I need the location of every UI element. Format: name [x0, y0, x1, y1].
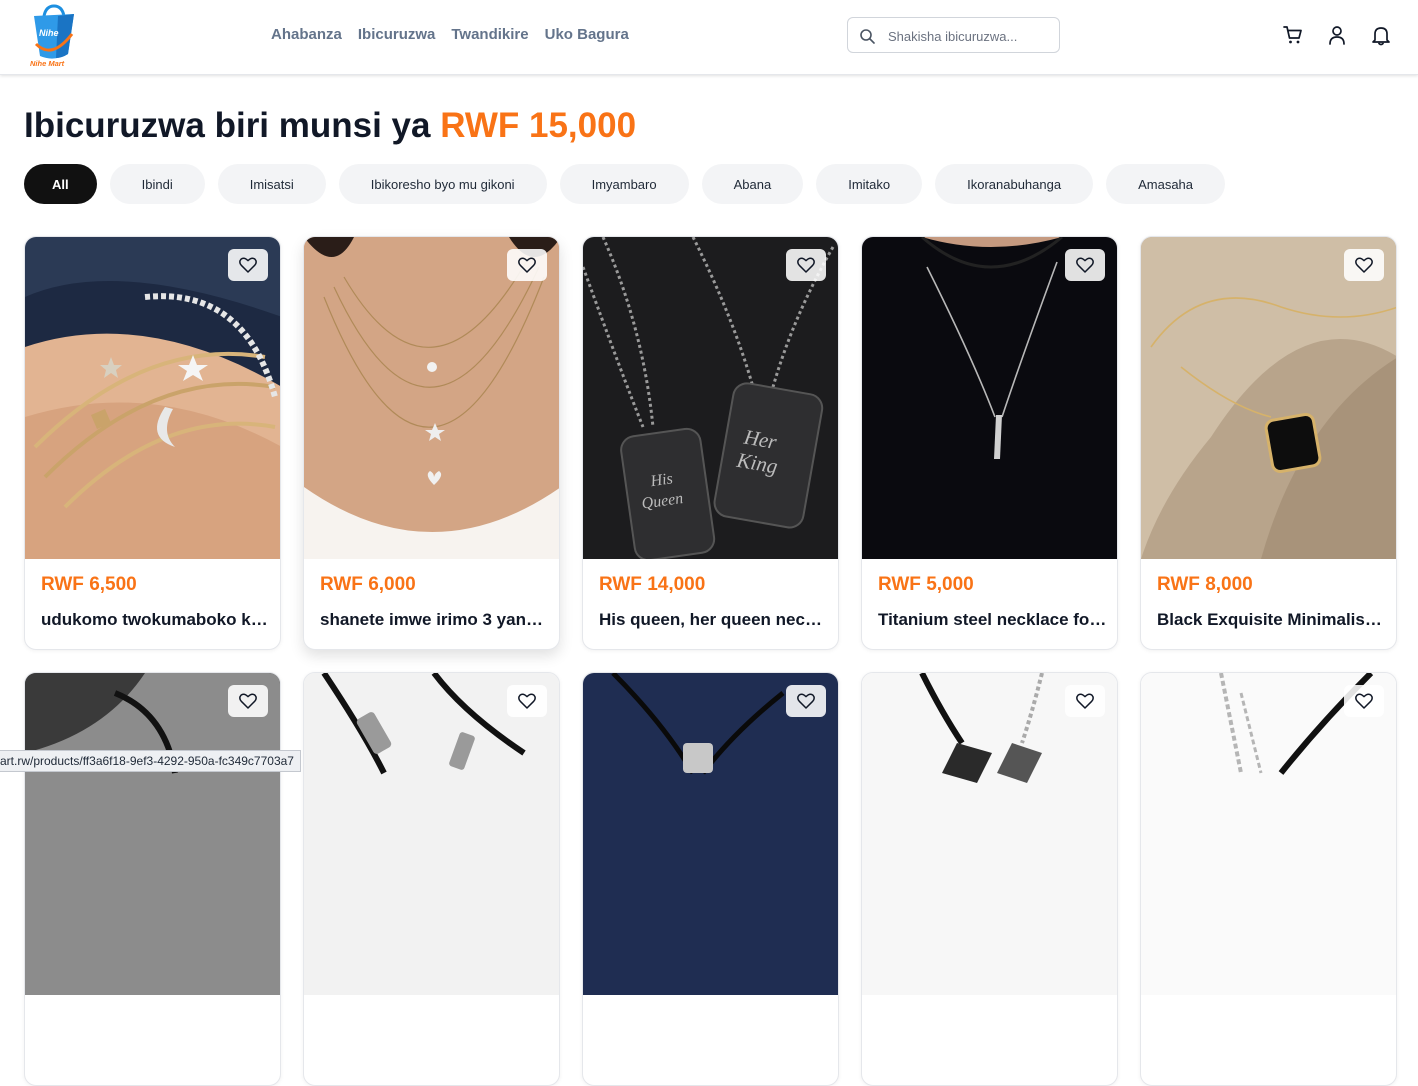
- wishlist-button[interactable]: [1344, 685, 1384, 717]
- product-name[interactable]: His queen, her queen necklace: [599, 610, 828, 630]
- product-image: [1141, 673, 1396, 995]
- wishlist-button[interactable]: [507, 249, 547, 281]
- product-image: [304, 673, 559, 995]
- product-price: RWF 5,000: [878, 574, 974, 595]
- search-box[interactable]: [847, 17, 1060, 53]
- heart-icon: [1355, 257, 1373, 273]
- product-card[interactable]: His Queen Her King RWF 14,000 His queen,…: [582, 236, 839, 650]
- product-image: [25, 673, 280, 995]
- wishlist-button[interactable]: [1065, 249, 1105, 281]
- search-icon: [860, 29, 875, 44]
- site-header: Nihe Nihe Mart Ahabanza Ibicuruzwa Twand…: [0, 0, 1418, 75]
- product-image: His Queen Her King: [583, 237, 838, 559]
- cart-icon[interactable]: [1282, 24, 1304, 46]
- page-title: Ibicuruzwa biri munsi ya RWF 15,000: [24, 106, 637, 145]
- heart-icon: [518, 257, 536, 273]
- nav-contact[interactable]: Twandikire: [451, 24, 528, 46]
- product-price: RWF 6,500: [41, 574, 137, 595]
- product-name[interactable]: shanete imwe irimo 3 yanyuma: [320, 610, 549, 630]
- bell-icon[interactable]: [1370, 24, 1392, 46]
- product-card[interactable]: RWF 8,000 Black Exquisite Minimalist nec…: [1140, 236, 1397, 650]
- heart-icon: [797, 693, 815, 709]
- wishlist-button[interactable]: [786, 249, 826, 281]
- svg-text:His: His: [649, 470, 674, 490]
- heart-icon: [518, 693, 536, 709]
- category-filter: All Ibindi Imisatsi Ibikoresho byo mu gi…: [24, 164, 1226, 204]
- product-name[interactable]: udukomo twokumaboko kuri bose: [41, 610, 270, 630]
- category-chip-kitchen[interactable]: Ibikoresho byo mu gikoni: [338, 164, 547, 204]
- main-nav: Ahabanza Ibicuruzwa Twandikire Uko Bagur…: [271, 24, 629, 46]
- product-image: [862, 237, 1117, 559]
- svg-text:Nihe Mart: Nihe Mart: [30, 59, 65, 68]
- user-icon[interactable]: [1326, 24, 1348, 46]
- product-card[interactable]: [1140, 672, 1397, 1086]
- product-image: [583, 673, 838, 995]
- svg-text:Nihe: Nihe: [39, 28, 59, 38]
- price-limit: RWF 15,000: [440, 106, 637, 145]
- product-card[interactable]: [24, 672, 281, 1086]
- product-name[interactable]: Black Exquisite Minimalist necklace: [1157, 610, 1386, 630]
- product-card[interactable]: RWF 6,500 udukomo twokumaboko kuri bose: [24, 236, 281, 650]
- nihe-mart-logo[interactable]: Nihe Nihe Mart: [28, 4, 80, 68]
- heart-icon: [797, 257, 815, 273]
- nav-how-to-buy[interactable]: Uko Bagura: [545, 24, 629, 46]
- heart-icon: [1076, 257, 1094, 273]
- search-input[interactable]: [888, 26, 1053, 46]
- category-chip-other[interactable]: Ibindi: [109, 164, 205, 204]
- product-card[interactable]: [582, 672, 839, 1086]
- heart-icon: [1076, 693, 1094, 709]
- wishlist-button[interactable]: [228, 249, 268, 281]
- link-preview-statusbar: art.rw/products/ff3a6f18-9ef3-4292-950a-…: [0, 750, 301, 772]
- wishlist-button[interactable]: [1344, 249, 1384, 281]
- product-image: [304, 237, 559, 559]
- wishlist-button[interactable]: [228, 685, 268, 717]
- product-price: RWF 6,000: [320, 574, 416, 595]
- product-image: [1141, 237, 1396, 559]
- nav-products[interactable]: Ibicuruzwa: [358, 24, 436, 46]
- product-image: [25, 237, 280, 559]
- category-chip-kids[interactable]: Abana: [701, 164, 804, 204]
- category-chip-hair[interactable]: Imisatsi: [217, 164, 326, 204]
- product-image: [862, 673, 1117, 995]
- product-card[interactable]: RWF 6,000 shanete imwe irimo 3 yanyuma: [303, 236, 560, 650]
- category-chip-clothing[interactable]: Imyambaro: [559, 164, 689, 204]
- heart-icon: [239, 693, 257, 709]
- product-price: RWF 8,000: [1157, 574, 1253, 595]
- product-card[interactable]: RWF 5,000 Titanium steel necklace for me…: [861, 236, 1118, 650]
- product-card[interactable]: [303, 672, 560, 1086]
- category-chip-watches[interactable]: Amasaha: [1106, 164, 1226, 204]
- wishlist-button[interactable]: [1065, 685, 1105, 717]
- heart-icon: [1355, 693, 1373, 709]
- wishlist-button[interactable]: [786, 685, 826, 717]
- category-chip-jewelry[interactable]: Imitako: [816, 164, 923, 204]
- category-chip-all[interactable]: All: [24, 164, 97, 204]
- product-card[interactable]: [861, 672, 1118, 1086]
- nav-home[interactable]: Ahabanza: [271, 24, 342, 46]
- product-name[interactable]: Titanium steel necklace for men: [878, 610, 1107, 630]
- wishlist-button[interactable]: [507, 685, 547, 717]
- heart-icon: [239, 257, 257, 273]
- category-chip-electronics[interactable]: Ikoranabuhanga: [935, 164, 1094, 204]
- product-price: RWF 14,000: [599, 574, 706, 595]
